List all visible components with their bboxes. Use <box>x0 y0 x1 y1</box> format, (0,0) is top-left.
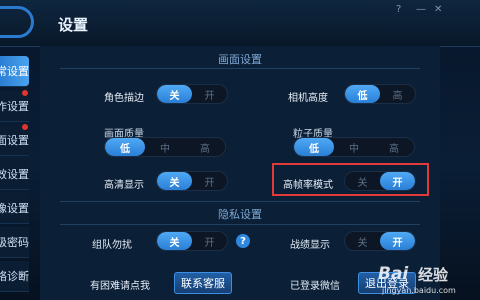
sidebar-item-password[interactable]: 级密码 <box>0 227 29 258</box>
notification-dot <box>22 90 28 96</box>
divider <box>60 224 420 225</box>
sidebar-item-label: 作设置 <box>0 100 29 113</box>
option-medium[interactable]: 中 <box>334 138 374 156</box>
title-bar: 设置 ? — ✕ <box>0 0 480 47</box>
particle-quality-selector[interactable]: 低 中 高 <box>293 137 415 157</box>
trouble-text: 有困难请点我 <box>90 281 150 292</box>
option-off[interactable]: 关 <box>157 85 192 103</box>
contact-support-button[interactable]: 联系客服 <box>174 272 232 294</box>
record-display-label: 战绩显示 <box>290 240 330 251</box>
watermark-brand: Bai <box>378 264 409 284</box>
minimize-icon[interactable]: — <box>416 4 426 15</box>
close-icon[interactable]: ✕ <box>434 4 442 15</box>
option-on[interactable]: 开 <box>192 85 227 103</box>
hd-display-toggle[interactable]: 关 开 <box>156 171 228 191</box>
team-no-disturb-toggle[interactable]: 关 开 <box>156 231 228 251</box>
privacy-section-title: 隐私设置 <box>218 208 262 221</box>
option-off[interactable]: 关 <box>345 232 380 250</box>
team-no-disturb-label: 组队勿扰 <box>92 240 132 251</box>
sidebar-item-effects[interactable]: 效设置 <box>0 159 29 190</box>
sidebar-item-label: 效设置 <box>0 168 29 181</box>
sidebar-item-general[interactable]: 常设置 <box>0 56 29 87</box>
sidebar-item-label: 络诊断 <box>0 270 29 283</box>
sidebar-item-label: 像设置 <box>0 202 29 215</box>
option-low[interactable]: 低 <box>345 85 380 103</box>
sidebar-item-label: 常设置 <box>0 65 29 78</box>
option-on[interactable]: 开 <box>192 232 227 250</box>
baidu-watermark: Bai 经验 jingyan.baidu.com <box>376 262 480 300</box>
sidebar-item-network[interactable]: 络诊断 <box>0 261 29 292</box>
option-medium[interactable]: 中 <box>145 138 185 156</box>
picture-quality-selector[interactable]: 低 中 高 <box>104 137 226 157</box>
option-low[interactable]: 低 <box>105 138 145 156</box>
role-outline-label: 角色描边 <box>104 93 144 104</box>
help-icon[interactable]: ? <box>236 234 250 248</box>
divider <box>60 68 420 69</box>
option-high[interactable]: 高 <box>380 85 415 103</box>
option-on[interactable]: 开 <box>192 172 227 190</box>
sidebar-item-label: 面设置 <box>0 134 29 147</box>
wechat-login-status: 已登录微信 <box>290 281 340 292</box>
option-on[interactable]: 开 <box>380 232 415 250</box>
sidebar: 常设置 作设置 面设置 效设置 像设置 级密码 络诊断 <box>0 46 30 300</box>
watermark-brand-jingyan: 经验 <box>418 266 449 284</box>
notification-dot <box>22 124 28 130</box>
camera-height-toggle[interactable]: 低 高 <box>344 84 416 104</box>
settings-window: 设置 ? — ✕ 常设置 作设置 面设置 效设置 像设置 级密码 络诊断 画面设… <box>0 0 480 300</box>
watermark-url: jingyan.baidu.com <box>382 286 456 295</box>
option-off[interactable]: 关 <box>157 232 192 250</box>
sidebar-item-image[interactable]: 像设置 <box>0 193 29 224</box>
sidebar-item-label: 级密码 <box>0 236 29 249</box>
camera-height-label: 相机高度 <box>288 93 328 104</box>
option-off[interactable]: 关 <box>157 172 192 190</box>
hd-display-label: 高清显示 <box>104 180 144 191</box>
option-high[interactable]: 高 <box>185 138 225 156</box>
divider <box>60 201 420 202</box>
graphics-section-title: 画面设置 <box>218 53 262 66</box>
highlight-box <box>272 163 429 196</box>
record-display-toggle[interactable]: 关 开 <box>344 231 416 251</box>
help-icon[interactable]: ? <box>396 4 401 15</box>
app-logo-icon <box>0 6 34 38</box>
option-high[interactable]: 高 <box>374 138 414 156</box>
option-low[interactable]: 低 <box>294 138 334 156</box>
role-outline-toggle[interactable]: 关 开 <box>156 84 228 104</box>
window-title: 设置 <box>58 16 89 34</box>
